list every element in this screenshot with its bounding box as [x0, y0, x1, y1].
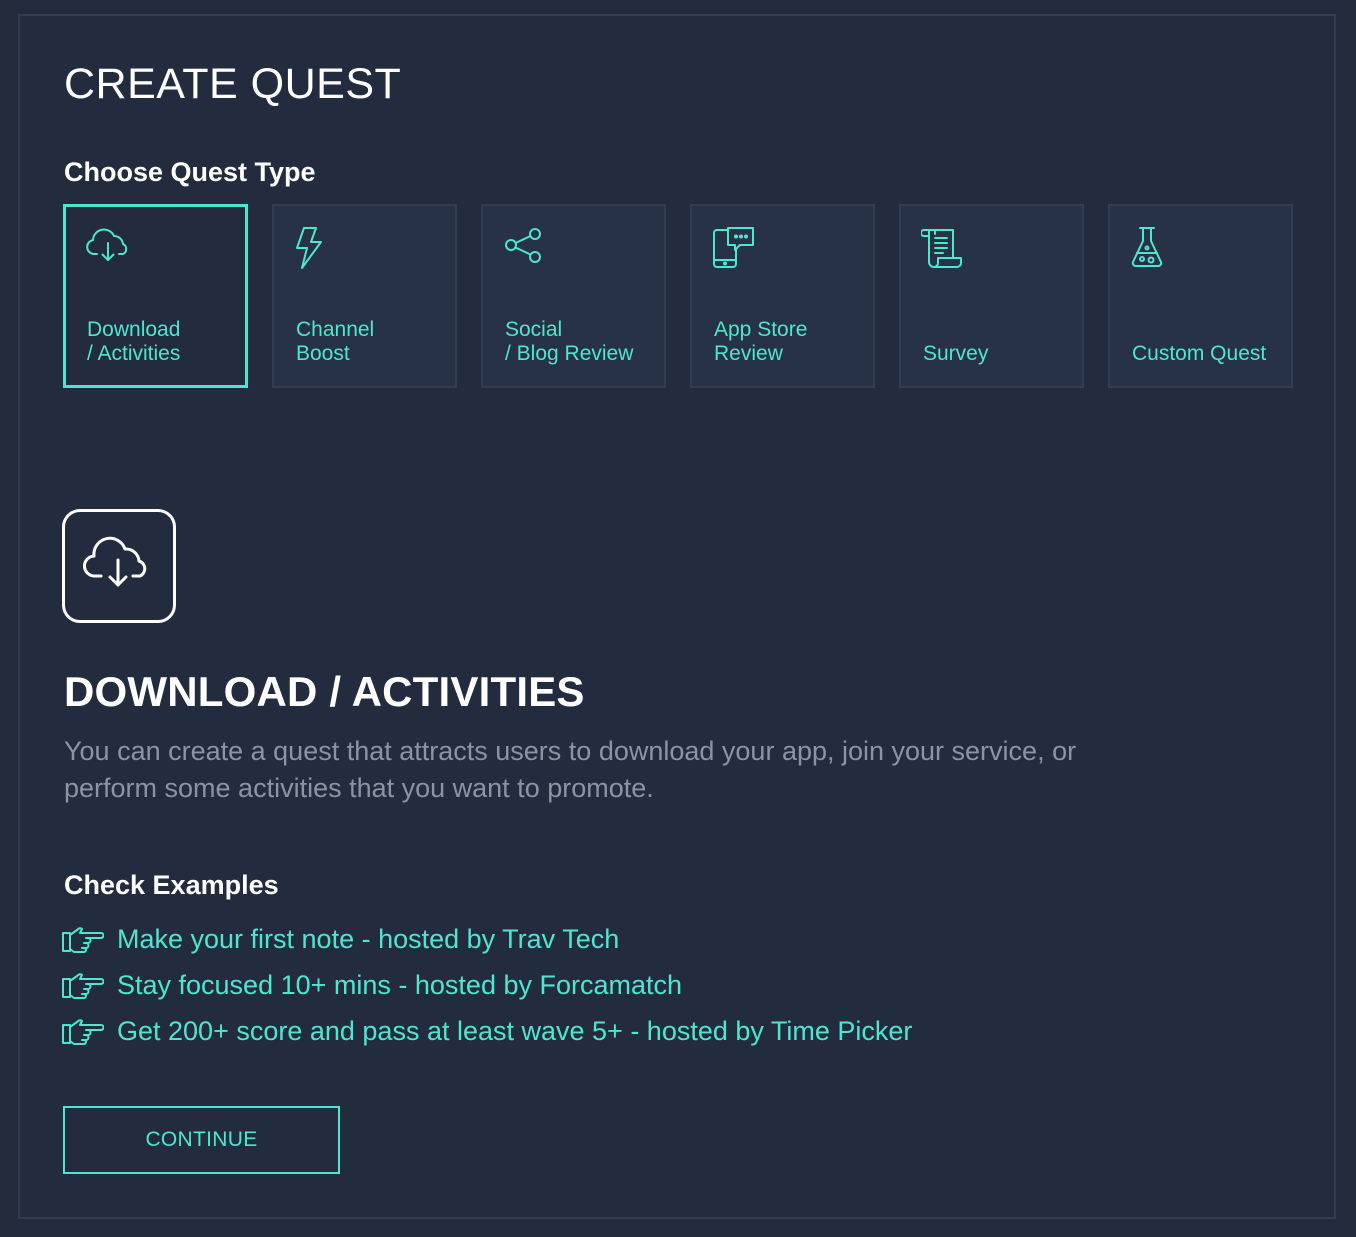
quest-type-label: Social / Blog Review	[505, 318, 634, 365]
quest-type-label: Download / Activities	[87, 318, 181, 365]
list-item: Stay focused 10+ mins - hosted by Forcam…	[62, 962, 912, 1008]
list-item: Get 200+ score and pass at least wave 5+…	[62, 1008, 912, 1054]
selected-type-description: You can create a quest that attracts use…	[64, 736, 1077, 803]
choose-quest-type-label: Choose Quest Type	[64, 157, 316, 187]
quest-type-custom-quest[interactable]: Custom Quest	[1108, 204, 1293, 388]
phone-chat-icon	[712, 226, 756, 270]
quest-type-label: Custom Quest	[1132, 342, 1267, 365]
share-icon	[503, 226, 547, 270]
pointing-hand-icon	[62, 1017, 104, 1045]
quest-type-label: Channel Boost	[296, 318, 375, 365]
cloud-download-icon	[85, 226, 129, 270]
quest-type-social-blog-review[interactable]: Social / Blog Review	[481, 204, 666, 388]
flask-icon	[1130, 226, 1174, 270]
continue-button[interactable]: CONTINUE	[63, 1106, 340, 1174]
examples-list: Make your first note - hosted by Trav Te…	[62, 916, 912, 1054]
quest-type-label: App Store Review	[714, 318, 808, 365]
pointing-hand-icon	[62, 971, 104, 999]
quest-type-label: Survey	[923, 342, 989, 365]
quest-type-survey[interactable]: Survey	[899, 204, 1084, 388]
example-link[interactable]: Get 200+ score and pass at least wave 5+…	[117, 1016, 912, 1047]
quest-type-download-activities[interactable]: Download / Activities	[63, 204, 248, 388]
lightning-icon	[294, 226, 338, 270]
quest-type-app-store-review[interactable]: App Store Review	[690, 204, 875, 388]
selected-type-cloud-download-icon	[62, 509, 176, 623]
pointing-hand-icon	[62, 925, 104, 953]
quest-type-list: Download / Activities Channel Boost Soci…	[63, 204, 1293, 388]
quest-type-channel-boost[interactable]: Channel Boost	[272, 204, 457, 388]
list-item: Make your first note - hosted by Trav Te…	[62, 916, 912, 962]
example-link[interactable]: Make your first note - hosted by Trav Te…	[117, 924, 619, 955]
example-link[interactable]: Stay focused 10+ mins - hosted by Forcam…	[117, 970, 682, 1001]
scroll-icon	[921, 226, 965, 270]
page-title: CREATE QUEST	[64, 60, 402, 108]
check-examples-heading: Check Examples	[64, 870, 279, 900]
selected-type-title: DOWNLOAD / ACTIVITIES	[64, 668, 585, 715]
